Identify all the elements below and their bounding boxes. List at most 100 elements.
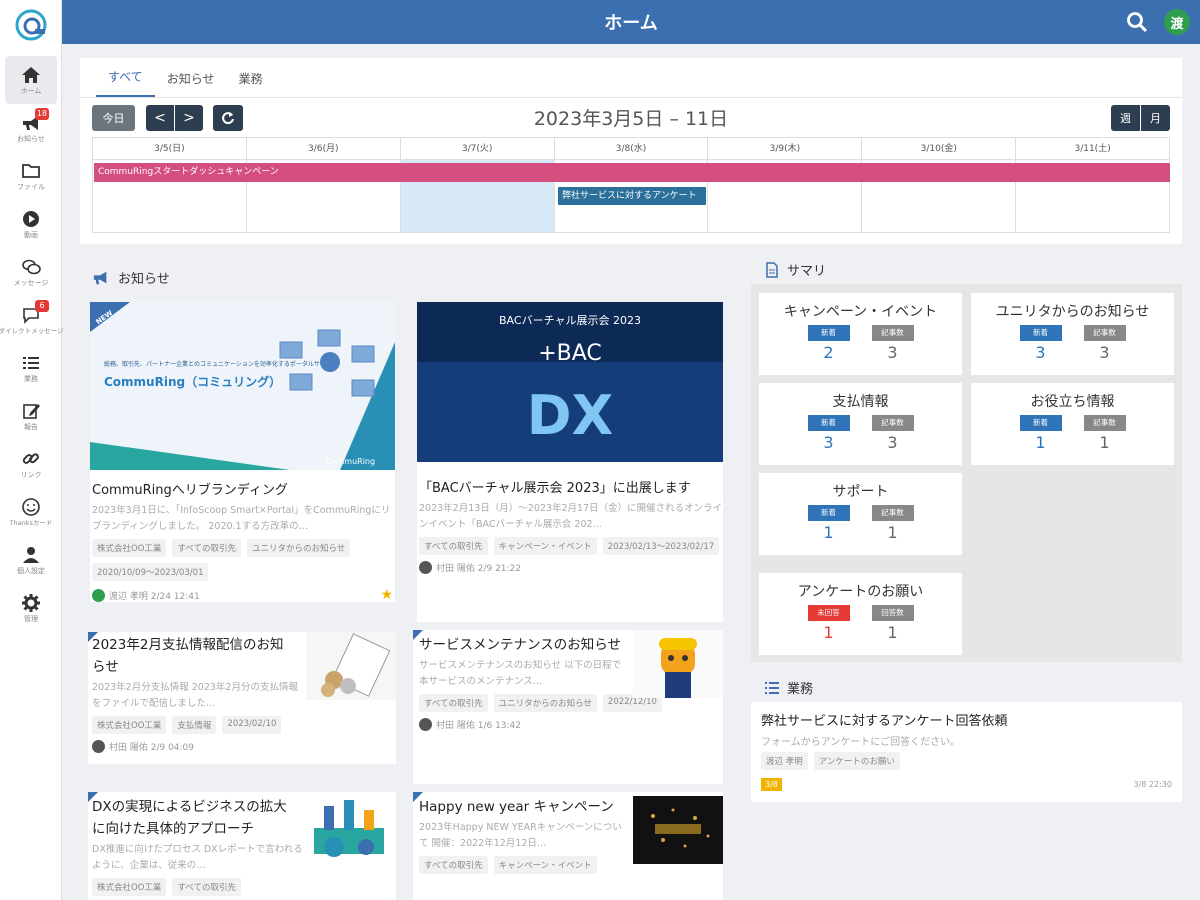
tag[interactable]: 渡辺 孝明 [761,752,808,770]
deadline-badge: 3/8 [761,778,782,791]
tag[interactable]: すべての取引先 [419,537,488,555]
tag[interactable]: 支払情報 [172,716,217,734]
play-icon [23,211,39,227]
date-tag: 2023/02/10 [222,716,282,734]
new-count[interactable]: 3 [1020,343,1062,362]
news-title[interactable]: Happy new year キャンペーン [413,792,625,818]
day-header: 3/6(月) [247,138,401,159]
unanswered-label: 未回答 [807,605,850,621]
app-logo[interactable] [0,0,62,50]
refresh-icon [222,112,234,125]
thumbnail-big-text: DX [527,384,613,447]
calendar-header-row: 3/5(日) 3/6(月) 3/7(火) 3/8(水) 3/9(木) 3/10(… [93,138,1169,160]
tasks-section-title: 業務 [787,682,814,697]
megaphone-icon [93,271,107,284]
month-view-button[interactable]: 月 [1141,105,1170,131]
news-title[interactable]: 2023年2月支払情報配信のお知らせ [88,632,293,678]
news-card[interactable]: DXの実現によるビジネスの拡大に向けた具体的アプローチ DX推進に向けたプロセス… [88,792,396,900]
news-card[interactable]: Happy new year キャンペーン 2023年Happy NEW YEA… [413,792,723,900]
tag[interactable]: すべての取引先 [172,878,241,896]
news-meta: 渡辺 孝明 2/24 12:41 ★ [90,581,395,602]
summary-card[interactable]: アンケートのお願い 未回答 回答数 1 1 [759,573,962,655]
tag[interactable]: 株式会社OO工業 [92,716,167,734]
day-header: 3/10(金) [862,138,1017,159]
task-title[interactable]: 弊社サービスに対するアンケート回答依頼 [751,702,1182,729]
day-header: 3/5(日) [93,138,247,159]
sidebar-item-label: 報告 [24,423,38,431]
sidebar-item-links[interactable]: リンク [5,440,57,488]
sidebar-item-thanks[interactable]: Thanksカード [5,488,57,536]
news-card[interactable]: 2023年2月支払情報配信のお知らせ 2023年2月分支払情報 2023年2月分… [88,632,396,764]
news-meta: 村田 陽佑 2/9 21:22 [417,555,723,574]
sidebar-item-label: ファイル [17,183,45,191]
news-card[interactable]: NEW 総務、取引先、パートナー企業とのコミュニケーションを効率化するポータルサ… [90,302,395,602]
calendar-event-campaign[interactable]: CommuRingスタートダッシュキャンペーン [94,163,1170,182]
tag[interactable]: 株式会社OO工業 [92,878,167,896]
sidebar-item-messages[interactable]: メッセージ [5,248,57,296]
sidebar-item-label: 個人設定 [17,567,45,575]
news-excerpt: 2023年3月1日に、「InfoScoop Smart×Portal」をComm… [92,505,391,532]
sidebar-item-files[interactable]: ファイル [5,152,57,200]
search-button[interactable] [1126,11,1148,37]
next-week-button[interactable]: > [175,105,203,131]
sidebar-item-direct-messages[interactable]: ダイレクトメッセージ 6 [0,296,63,344]
page-title: ホーム [604,13,658,34]
news-card[interactable]: BACバーチャル展示会 2023 +BAC DX 「BACバーチャル展示会 20… [417,302,723,622]
tag[interactable]: ユニリタからのお知らせ [493,694,597,712]
summary-card[interactable]: キャンペーン・イベント 新着 記事数 2 3 [759,293,962,375]
tab-all[interactable]: すべて [96,68,155,97]
news-title[interactable]: サービスメンテナンスのお知らせ [413,630,623,656]
count-label: 記事数 [1083,325,1126,341]
user-avatar[interactable]: 渡 [1164,9,1190,35]
summary-card[interactable]: ユニリタからのお知らせ 新着 記事数 3 3 [971,293,1174,375]
sidebar-item-label: 業務 [24,375,38,383]
tag[interactable]: キャンペーン・イベント [493,537,597,555]
news-title[interactable]: CommuRingへリブランディング [90,474,395,501]
summary-card[interactable]: 支払情報 新着 記事数 3 3 [759,383,962,465]
star-icon[interactable]: ★ [380,587,393,602]
calendar-event-survey[interactable]: 弊社サービスに対するアンケート [558,187,706,205]
tag[interactable]: すべての取引先 [419,694,488,712]
tag[interactable]: 株式会社OO工業 [92,539,167,557]
summary-card[interactable]: サポート 新着 記事数 1 1 [759,473,962,555]
sidebar-item-tasks[interactable]: 業務 [5,344,57,392]
summary-panel: キャンペーン・イベント 新着 記事数 23 ユニリタからのお知らせ 新着 記事数 3… [751,284,1182,662]
news-meta: 村田 陽佑 2/9 04:09 [88,734,396,753]
tab-news[interactable]: お知らせ [155,70,227,97]
tab-tasks[interactable]: 業務 [226,70,274,97]
notification-badge: 18 [34,108,49,120]
tag[interactable]: すべての取引先 [172,539,241,557]
tag[interactable]: キャンペーン・イベント [493,856,597,874]
sidebar-item-personal-settings[interactable]: 個人設定 [5,536,57,584]
sidebar-item-label: リンク [20,471,42,479]
home-icon [22,67,40,83]
news-title[interactable]: DXの実現によるビジネスの拡大に向けた具体的アプローチ [88,792,298,840]
calendar-tabs: すべて お知らせ 業務 [80,58,1182,98]
count-label: 記事数 [871,505,914,521]
new-count[interactable]: 1 [1020,433,1062,452]
corner-marker [413,630,423,640]
tag[interactable]: ユニリタからのお知らせ [246,539,351,557]
new-count[interactable]: 1 [808,523,850,542]
thumbnail-heading: BACバーチャル展示会 2023 [499,314,641,327]
summary-card[interactable]: お役立ち情報 新着 記事数 1 1 [971,383,1174,465]
sidebar-item-reports[interactable]: 報告 [5,392,57,440]
unanswered-count[interactable]: 1 [808,623,850,642]
refresh-button[interactable] [213,105,243,131]
sidebar-item-home[interactable]: ホーム [5,56,57,104]
news-card[interactable]: サービスメンテナンスのお知らせ サービスメンテナンスのお知らせ 以下の日程で本サ… [413,630,723,784]
corner-marker [88,792,98,802]
summary-section-title: サマリ [787,264,827,279]
week-view-button[interactable]: 週 [1111,105,1140,131]
new-count[interactable]: 3 [808,433,850,452]
sidebar-item-admin[interactable]: 管理 [5,584,57,632]
calendar-toolbar: 2023年3月5日 – 11日 今日 < > 週 月 [80,98,1182,136]
sidebar-item-news[interactable]: お知らせ 18 [5,104,57,152]
today-button[interactable]: 今日 [92,105,135,131]
sidebar-item-videos[interactable]: 動画 [5,200,57,248]
tag[interactable]: アンケートのお願い [813,752,900,770]
tag[interactable]: すべての取引先 [419,856,488,874]
prev-week-button[interactable]: < [146,105,174,131]
news-title[interactable]: 「BACバーチャル展示会 2023」に出展します [417,466,723,499]
new-count[interactable]: 2 [808,343,850,362]
